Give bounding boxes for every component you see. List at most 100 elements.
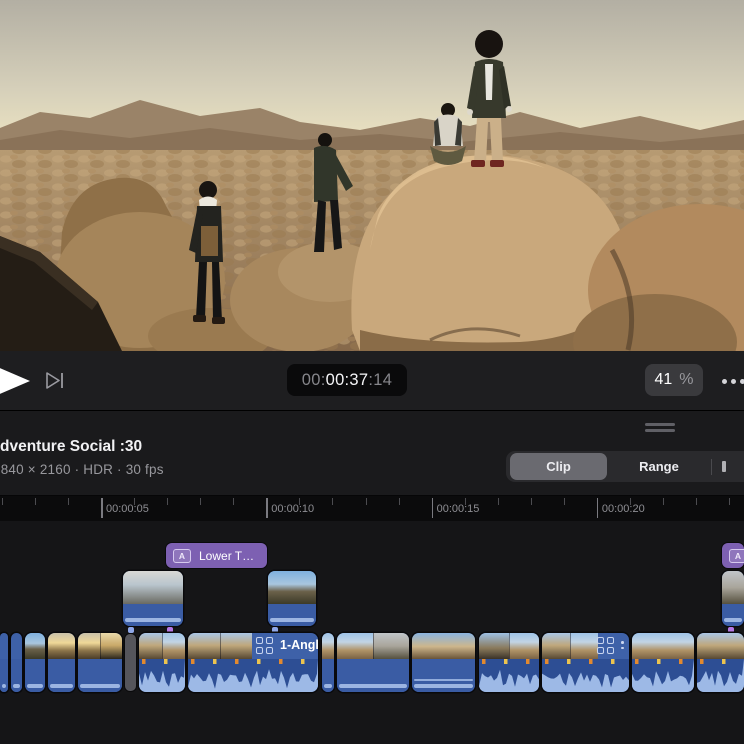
timeline-clip[interactable] [479, 633, 539, 692]
timeline-clip[interactable] [48, 633, 75, 692]
audio-strip [339, 684, 407, 688]
more-options-icon[interactable] [722, 374, 744, 388]
clip-body [322, 659, 334, 692]
ruler-label: 00:00:15 [437, 503, 480, 515]
ruler-tick [465, 498, 466, 505]
timeline-clip[interactable] [139, 633, 185, 692]
gap-clip[interactable] [125, 634, 136, 691]
ruler-tick [630, 498, 631, 505]
video-preview [0, 0, 744, 351]
clip-thumbnail [570, 633, 599, 659]
zoom-percent-sign: % [679, 371, 693, 389]
ruler-tick [332, 498, 333, 505]
panel-drag-handle-icon[interactable] [645, 423, 675, 435]
audio-strip [2, 684, 6, 688]
clip-thumbnails [412, 633, 475, 659]
skip-to-end-icon[interactable] [44, 371, 66, 390]
timeline-clip[interactable] [697, 633, 744, 692]
clip-thumbnails [25, 633, 45, 659]
ruler-tick [498, 498, 499, 505]
title-clip-label: Lower T… [199, 549, 254, 563]
title-clip[interactable]: A Lower T… [166, 543, 267, 568]
connected-clip[interactable] [268, 571, 316, 626]
project-specs: 3840 × 2160 · HDR · 30 fps [0, 462, 164, 477]
clip-body [25, 659, 45, 692]
timeline-clip[interactable] [78, 633, 122, 692]
clip-thumbnail [78, 633, 100, 659]
timeline-ruler[interactable]: 00:00:0500:00:1000:00:1500:00:20 [0, 496, 744, 521]
play-icon[interactable] [0, 361, 34, 401]
timecode-display[interactable]: 00:00:37:14 [287, 364, 407, 396]
timeline-clip[interactable] [322, 633, 334, 692]
timeline-clip[interactable] [412, 633, 475, 692]
timeline-clip[interactable]: 1-Angl… [188, 633, 318, 692]
audio-waveform [697, 659, 744, 692]
mode-option-partial [722, 461, 726, 472]
ruler-label: 00:00:10 [271, 503, 314, 515]
timeline-marker[interactable] [128, 627, 134, 633]
clip-thumbnails [11, 633, 22, 659]
clip-thumbnail [412, 633, 475, 659]
clip-thumbnail [139, 633, 162, 659]
title-A-icon: A [173, 549, 191, 563]
ruler-tick [2, 498, 3, 505]
clip-body [48, 659, 75, 692]
clip-thumbnails [337, 633, 409, 659]
clip-thumbnails [479, 633, 539, 659]
clip-body [722, 604, 744, 626]
clip-thumbnail [632, 633, 694, 659]
audio-waveform [139, 659, 185, 692]
ruler-label: 00:00:20 [602, 503, 645, 515]
clip-body [123, 604, 183, 626]
connected-clip[interactable] [722, 571, 744, 626]
timeline-clip[interactable] [337, 633, 409, 692]
audio-waveform [542, 659, 629, 692]
audio-strip [27, 684, 43, 688]
clip-thumbnail [322, 633, 334, 659]
transport-bar: 00:00:37:14 41 % [0, 351, 744, 411]
clip-body [412, 659, 475, 692]
multicam-dots-icon [621, 641, 624, 652]
audio-strip [270, 618, 314, 622]
ruler-tick [564, 498, 565, 505]
audio-waveform [632, 659, 694, 692]
mode-option-range[interactable]: Range [607, 453, 711, 480]
project-title: dventure Social :30 [0, 438, 142, 456]
audio-strip [414, 684, 473, 688]
timeline-body[interactable]: A Lower T… A 1-Angl… [0, 521, 744, 744]
timecode-main: 00:37 [326, 371, 369, 390]
clip-thumbnail [25, 633, 45, 659]
title-A-icon: A [729, 549, 744, 563]
timeline-clip[interactable] [11, 633, 22, 692]
ruler-tick [696, 498, 697, 505]
ruler-tick [266, 498, 268, 518]
clip-thumbnails [322, 633, 334, 659]
zoom-level-control[interactable]: 41 % [645, 364, 703, 396]
ruler-tick [101, 498, 103, 518]
clip-thumbnails [188, 633, 252, 659]
segment-divider [711, 459, 712, 475]
clip-range-segmented-control: ClipRange [506, 451, 744, 482]
preview-scene-graphic [0, 0, 744, 351]
clip-thumbnail [220, 633, 253, 659]
audio-strip [80, 684, 120, 688]
clip-thumbnails [139, 633, 185, 659]
clip-thumbnail [123, 571, 183, 604]
audio-strip [724, 618, 742, 622]
audio-strip-2 [414, 679, 473, 681]
audio-strip [50, 684, 73, 688]
clip-thumbnails [632, 633, 694, 659]
title-clip[interactable]: A [722, 543, 744, 568]
multicam-grid-icon [597, 637, 615, 655]
timeline-clip[interactable] [0, 633, 8, 692]
timeline-clip[interactable] [25, 633, 45, 692]
connected-clip[interactable] [123, 571, 183, 626]
ruler-tick [299, 498, 300, 505]
audio-strip [13, 684, 20, 688]
mode-option-clip[interactable]: Clip [510, 453, 607, 480]
timeline-clip[interactable] [542, 633, 629, 692]
clip-thumbnail [268, 571, 316, 604]
ruler-tick [432, 498, 434, 518]
timeline-clip[interactable] [632, 633, 694, 692]
ruler-tick [233, 498, 234, 505]
